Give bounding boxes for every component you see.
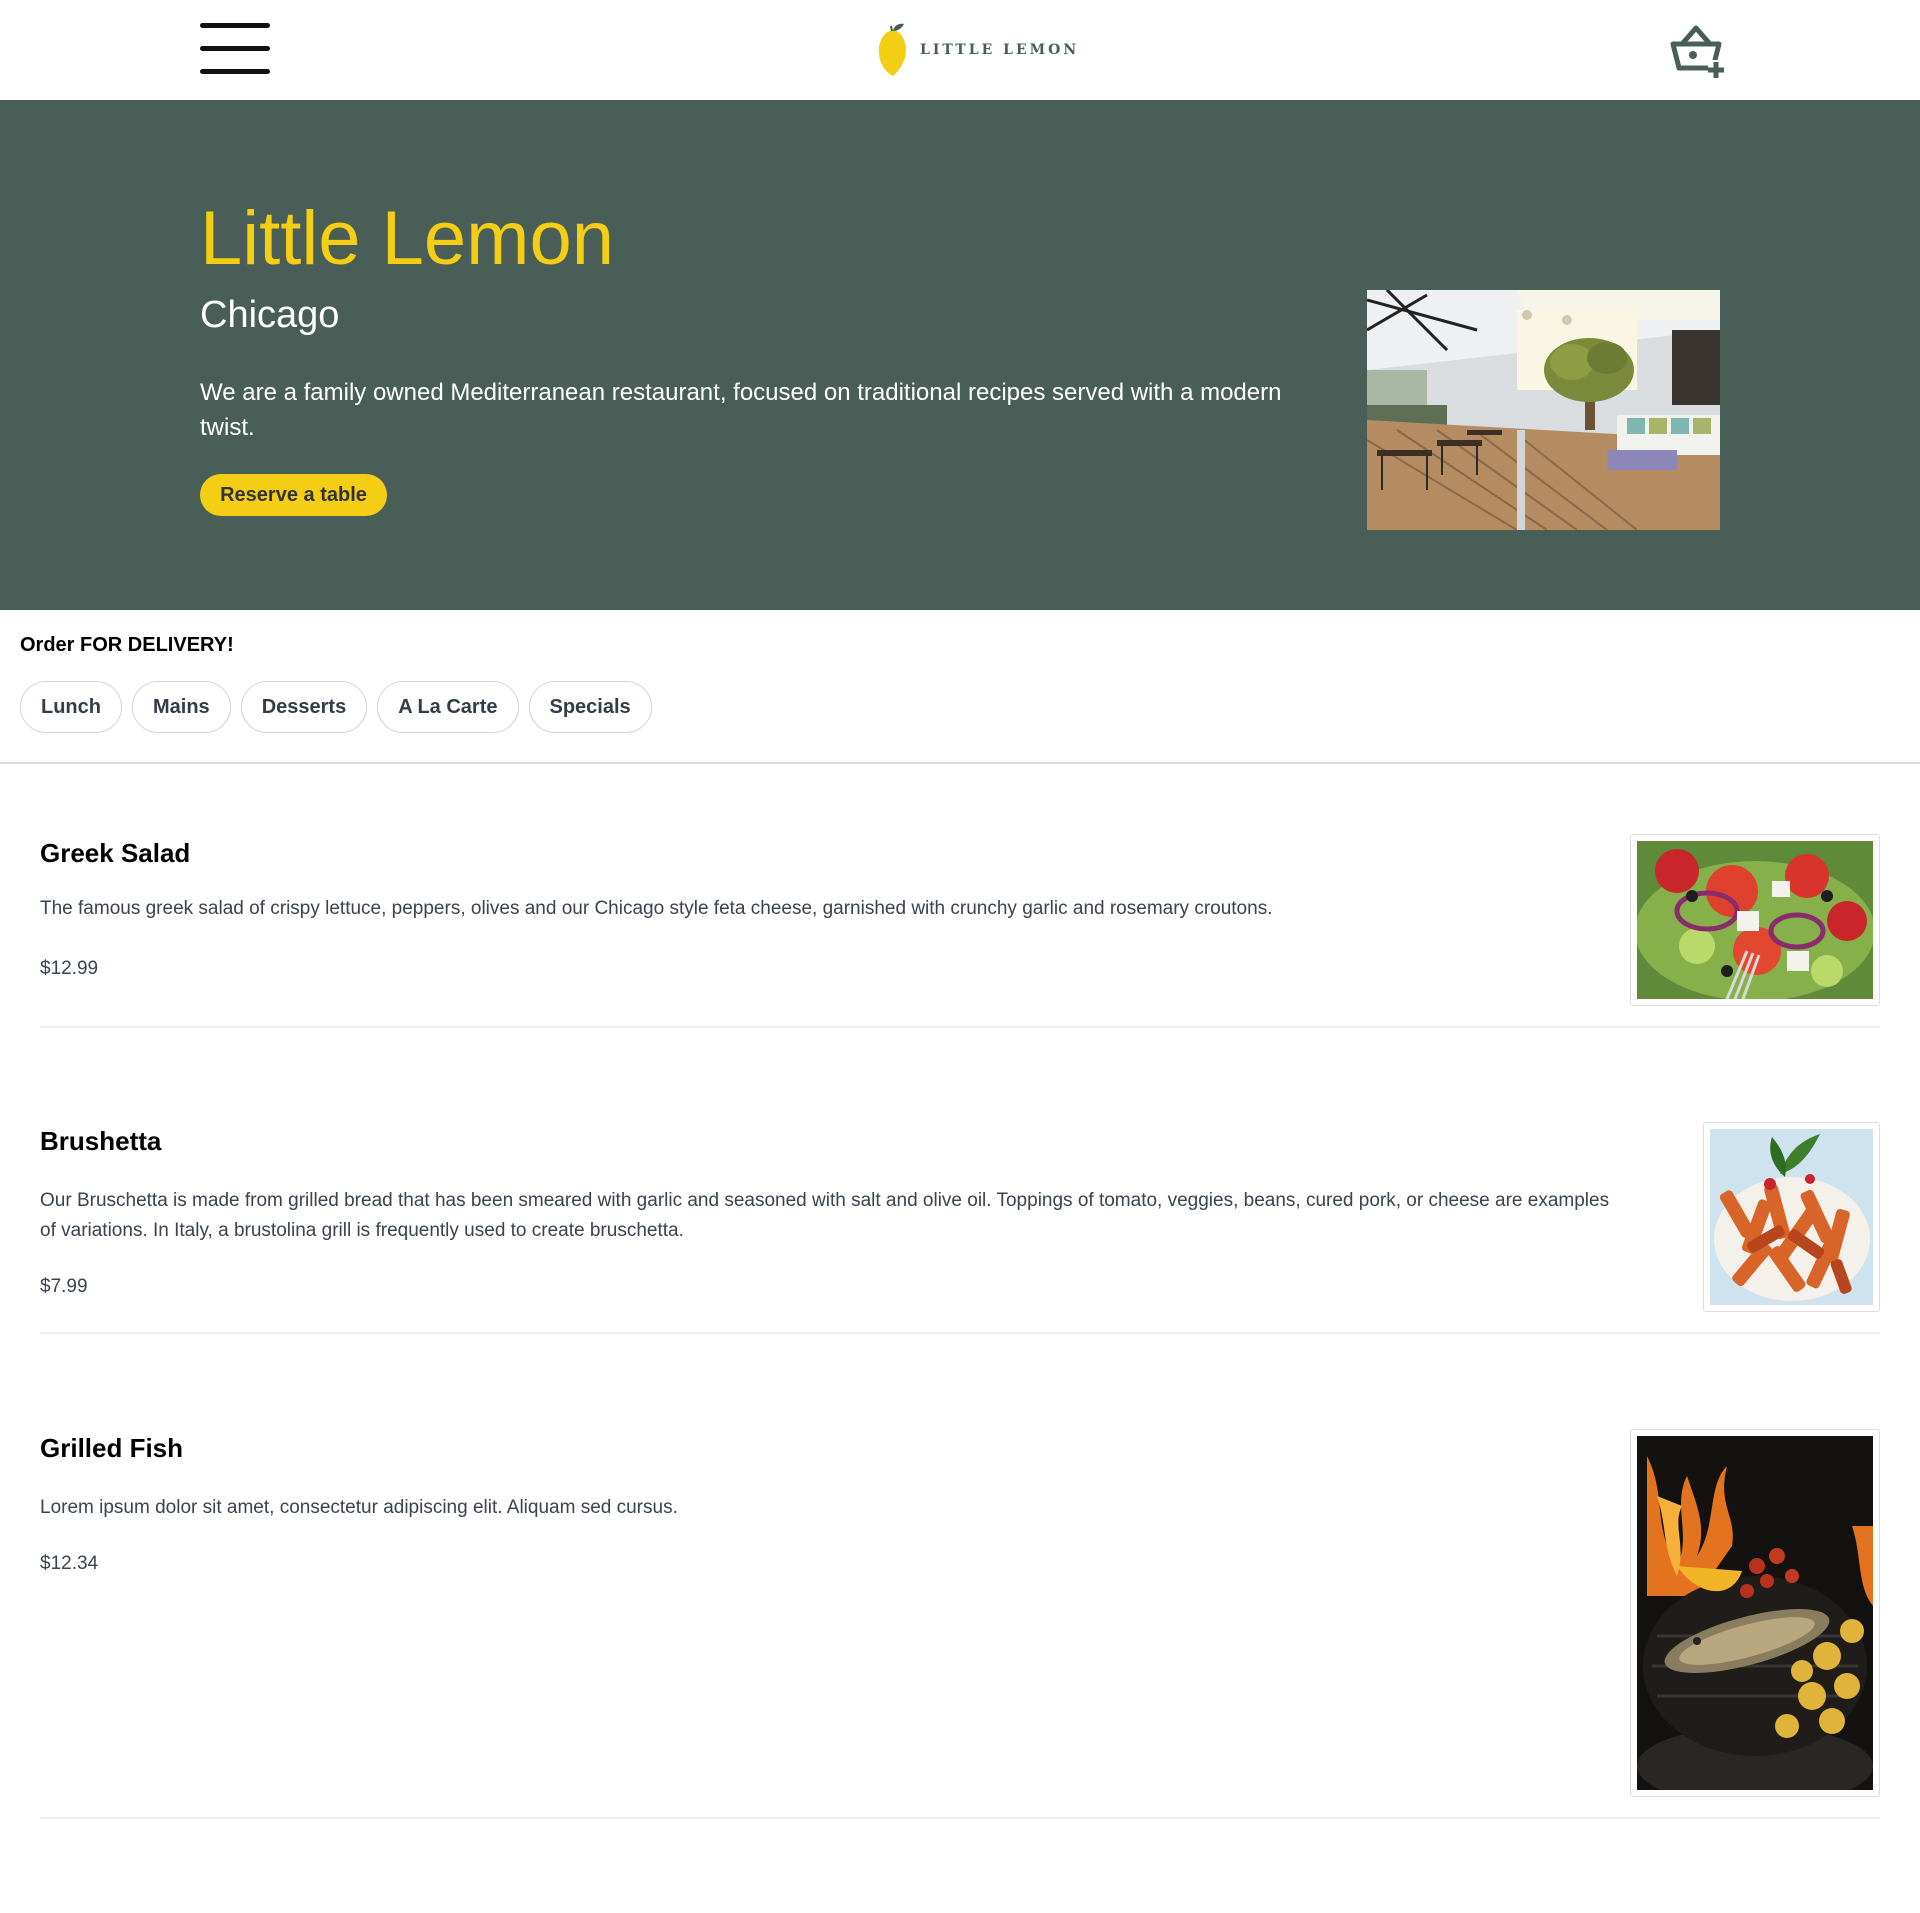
menu-item-name: Brushetta	[40, 1126, 162, 1156]
category-chip-desserts[interactable]: Desserts	[240, 681, 368, 733]
category-chip-lunch[interactable]: Lunch	[20, 681, 122, 733]
menu-item-grilled-fish[interactable]: Grilled Fish Lorem ipsum dolor sit amet,…	[40, 1429, 1880, 1819]
category-chip-specials[interactable]: Specials	[528, 681, 652, 733]
menu-item-description: Our Bruschetta is made from grilled brea…	[40, 1190, 1610, 1241]
menu-item-name: Greek Salad	[40, 838, 191, 868]
logo[interactable]: LITTLE LEMON	[876, 22, 1079, 78]
site-header: LITTLE LEMON	[0, 0, 1920, 100]
greek-salad-image	[1630, 834, 1880, 1006]
hero-subtitle: Chicago	[200, 294, 340, 336]
logo-text: LITTLE LEMON	[920, 42, 1080, 58]
restaurant-interior-image	[1367, 290, 1720, 530]
reserve-table-button[interactable]: Reserve a table	[200, 474, 387, 516]
category-chip-a-la-carte[interactable]: A La Carte	[377, 681, 519, 733]
lemon-logo-icon	[878, 23, 906, 76]
menu-item-price: $12.99	[40, 958, 99, 979]
menu-item-description: The famous greek salad of crispy lettuce…	[40, 898, 1273, 919]
menu-item-price: $12.34	[40, 1553, 99, 1574]
category-chip-mains[interactable]: Mains	[132, 681, 231, 733]
grilled-fish-image	[1630, 1429, 1880, 1797]
hero-section: Little Lemon Chicago We are a family own…	[0, 100, 1920, 610]
menu-item-price: $7.99	[40, 1276, 88, 1297]
menu-item-name: Grilled Fish	[40, 1433, 184, 1463]
hero-title: Little Lemon	[200, 196, 615, 281]
section-divider	[0, 762, 1920, 764]
menu-item-description: Lorem ipsum dolor sit amet, consectetur …	[40, 1497, 678, 1518]
hero-description: We are a family owned Mediterranean rest…	[200, 379, 1282, 441]
hamburger-menu-icon[interactable]	[200, 22, 270, 78]
basket-add-icon[interactable]	[1668, 22, 1724, 78]
brushetta-image	[1703, 1122, 1880, 1312]
menu-item-greek-salad[interactable]: Greek Salad The famous greek salad of cr…	[40, 834, 1880, 1028]
delivery-heading: Order FOR DELIVERY!	[20, 634, 234, 656]
category-filter-bar: Lunch Mains Desserts A La Carte Specials	[20, 681, 652, 733]
menu-item-brushetta[interactable]: Brushetta Our Bruschetta is made from gr…	[40, 1122, 1880, 1334]
